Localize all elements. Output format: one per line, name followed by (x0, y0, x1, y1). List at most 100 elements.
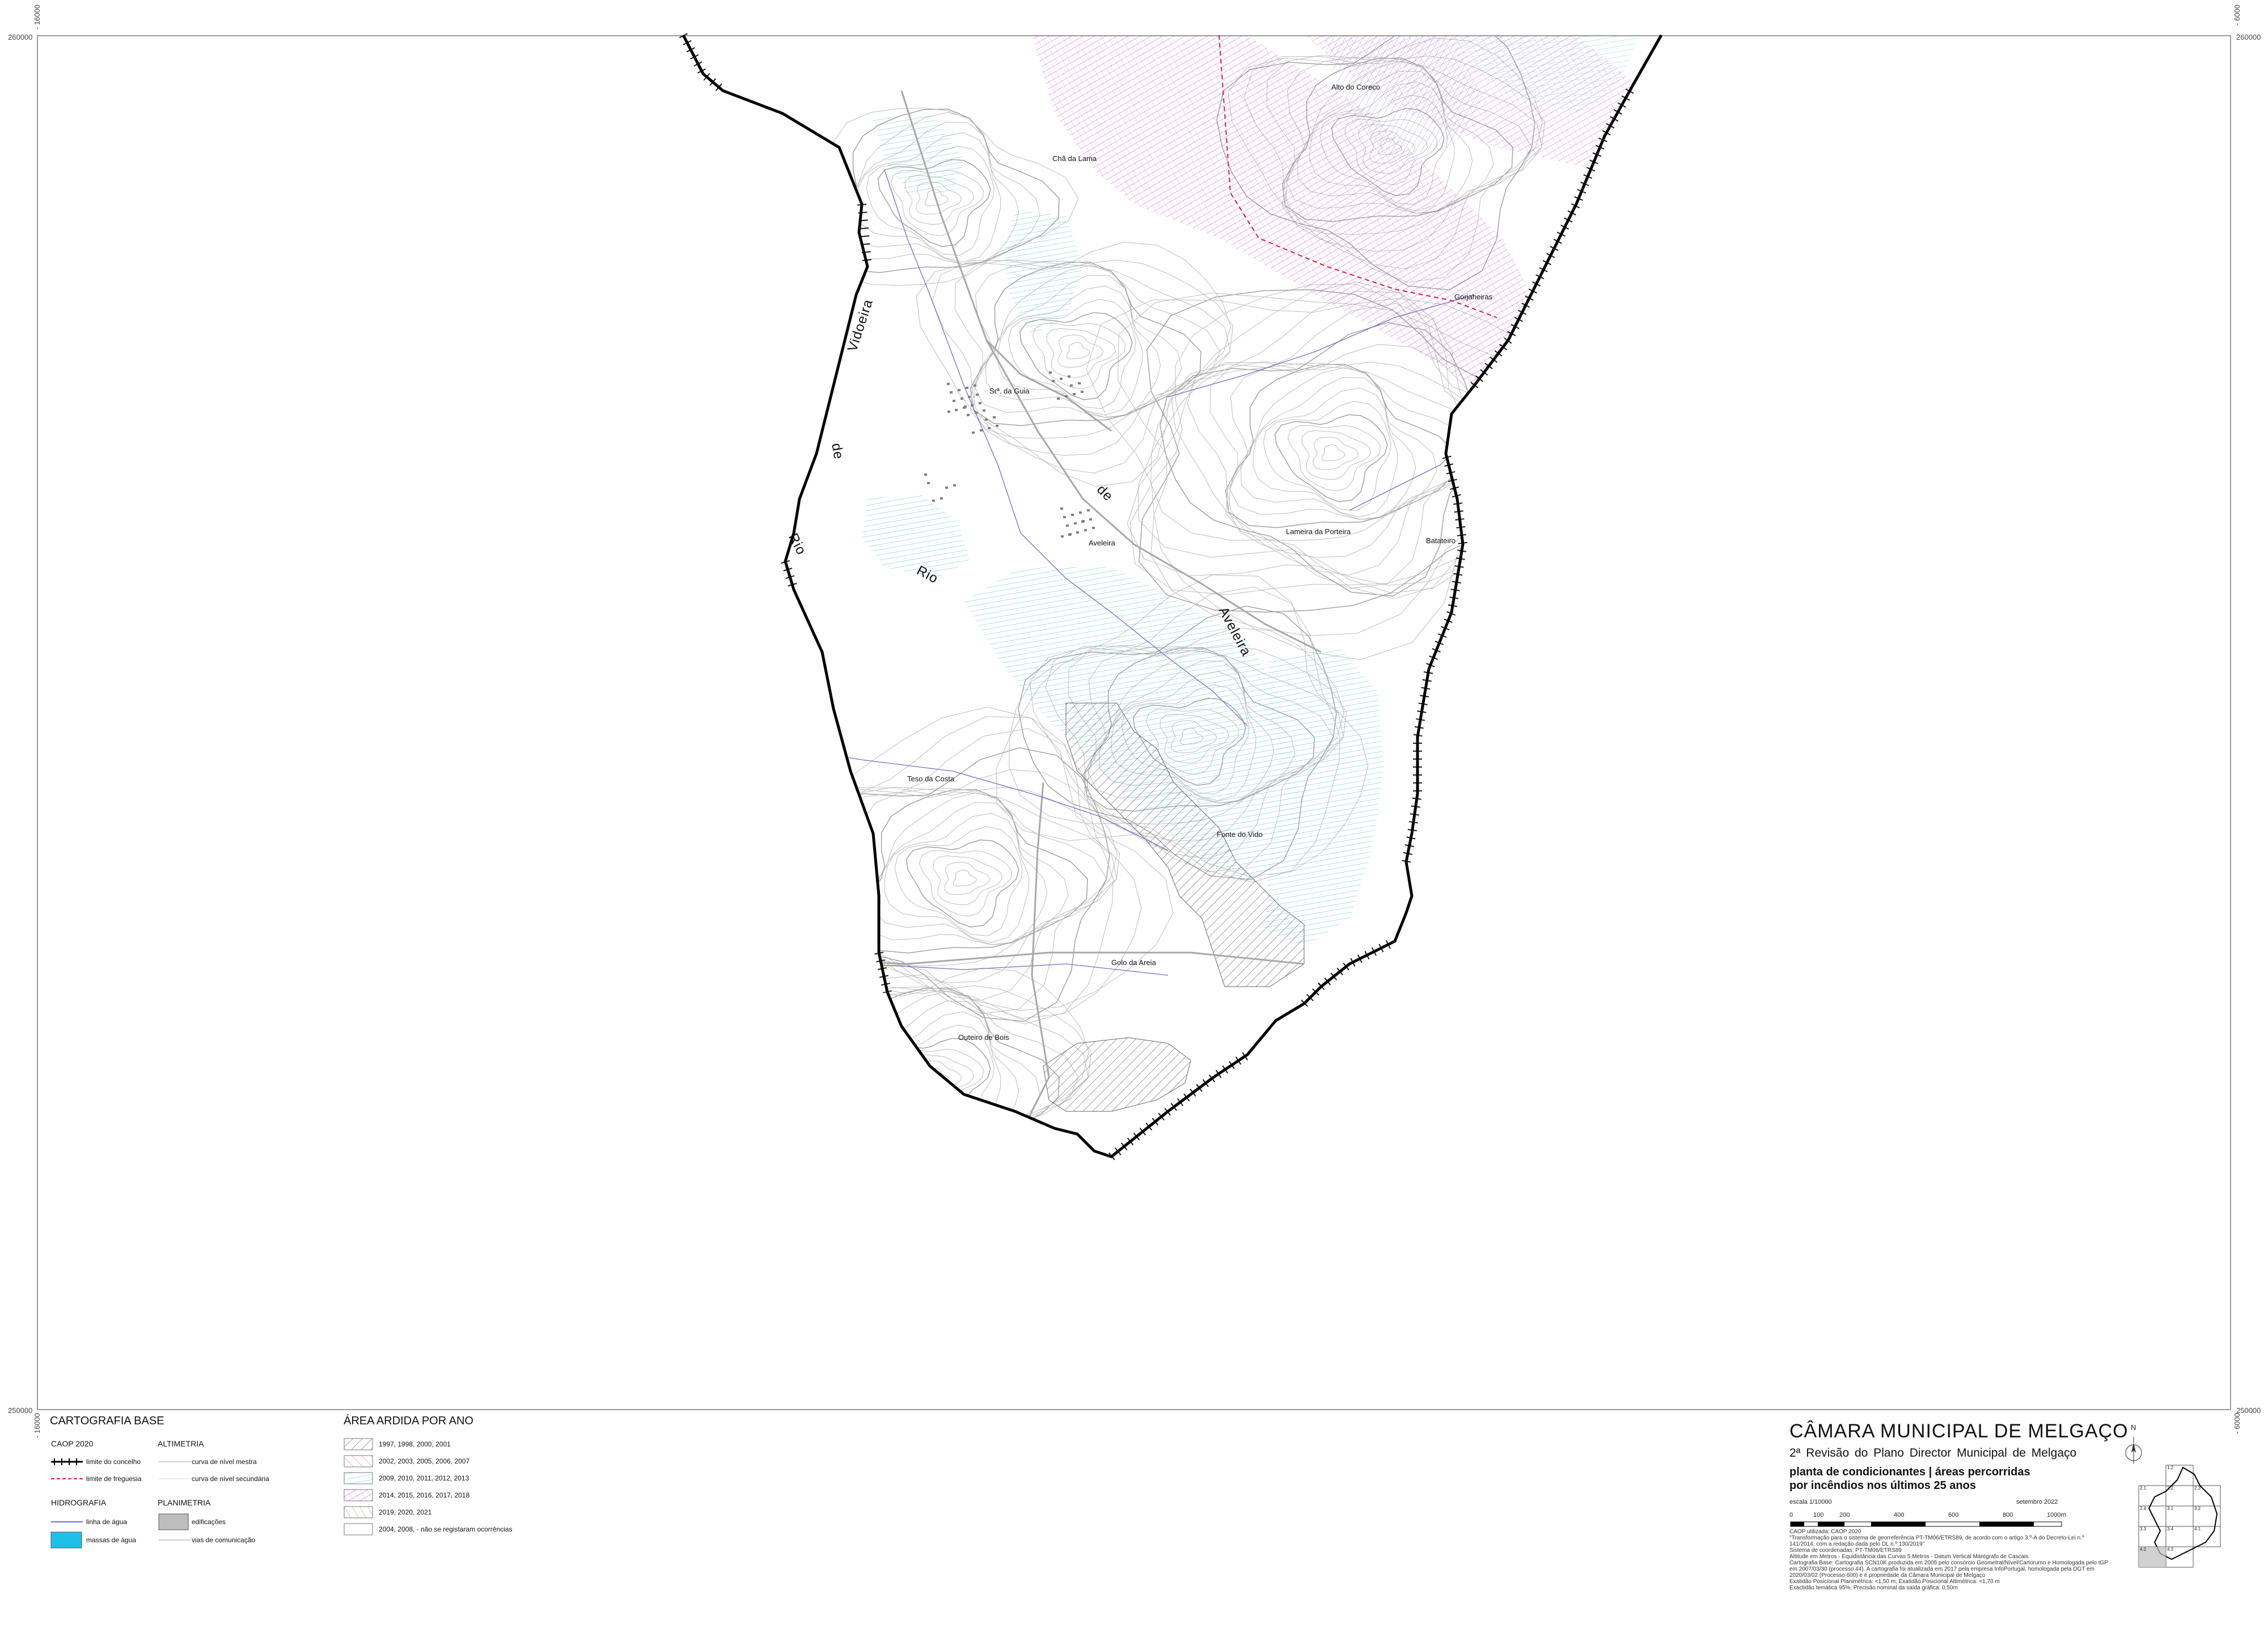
legend-altimetria: ALTIMETRIA (158, 1439, 204, 1448)
building (945, 486, 948, 489)
contour-line (1160, 322, 1479, 597)
building (940, 497, 943, 500)
contour-line (828, 987, 1060, 1152)
building (1060, 378, 1063, 380)
contour-line (894, 826, 1023, 937)
contour-line (802, 769, 1118, 1014)
note-1: CAOP utilizada: CAOP 2020 (1789, 1529, 1861, 1535)
building (1082, 520, 1085, 522)
contour-line (970, 261, 1201, 426)
place-golo-da-areia: Golo da Areia (1111, 958, 1156, 967)
index-sheet-11: 4.2 (2140, 1547, 2147, 1552)
contour-line (1057, 335, 1104, 368)
contour-line (856, 789, 1088, 954)
place-fonte-do-vido: Fonte do Vido (1217, 830, 1263, 839)
scale-tick-100: 100 (1813, 1512, 1824, 1518)
legend-limite-freguesia: limite de freguesia (86, 1475, 142, 1483)
index-sheet-12: 4.3 (2167, 1547, 2174, 1552)
building (953, 400, 955, 402)
date-label: setembro 2022 (2016, 1499, 2058, 1505)
index-sheet-9: 3.4 (2167, 1526, 2174, 1532)
legend-burned-item-1: 1997, 1998, 2000, 2001 (379, 1440, 451, 1448)
legend-curva-secundaria: curva de nível secundária (192, 1475, 269, 1483)
note-7: em 2007/03/30 (processo 44). A cartograf… (1789, 1566, 2094, 1572)
contour-line (1046, 328, 1116, 378)
legend-burned-item-2: 2002, 2003, 2005, 2006, 2007 (379, 1457, 470, 1465)
building (996, 425, 998, 427)
building (980, 429, 983, 431)
place-alto-do-coreco: Alto do Coreco (1331, 83, 1380, 91)
building (1049, 371, 1052, 374)
building (947, 383, 950, 385)
north-label: N (2131, 1423, 2136, 1432)
building (947, 411, 950, 413)
plan-title-line-2: por incêndios nos últimos 25 anos (1789, 1479, 1976, 1492)
place-sra-da-guia: Srª. da Guia (989, 387, 1030, 395)
contour-line (933, 855, 1003, 906)
building (967, 414, 970, 416)
index-map (2138, 1465, 2221, 1568)
burned-area-1997-2001-b (1043, 1037, 1191, 1112)
building (1073, 393, 1076, 395)
contour-line (1225, 363, 1457, 528)
scale-tick-0: 0 (1789, 1512, 1793, 1518)
burned-area-2009-2013-c (862, 493, 970, 578)
scale-label: escala 1/10000 (1789, 1499, 1832, 1505)
scale-tick-1000: 1000m (2047, 1512, 2066, 1518)
contour-line (818, 786, 1120, 1001)
building (1068, 375, 1070, 378)
place-cha-da-lama: Chã da Lama (1052, 154, 1097, 163)
note-3: 141/2014, com a redação dada pelo DL n.º… (1789, 1541, 1925, 1547)
plan-title-line-1: planta de condicionantes | áreas percorr… (1789, 1466, 2030, 1478)
legend-burned-title: ÁREA ARDIDA POR ANO (344, 1415, 473, 1427)
revision-subtitle: 2ª Revisão do Plano Director Municipal d… (1789, 1446, 2077, 1459)
building (1061, 535, 1064, 538)
legend-vias: vias de comunicação (192, 1536, 256, 1544)
building (993, 416, 996, 418)
note-9: Exatidão Posicional Planimétrica: <1,50 … (1789, 1579, 2000, 1585)
building (1063, 516, 1066, 518)
note-4: Sistema de coordenadas: PT-TM06/ETRS89 (1789, 1547, 1902, 1554)
contour-line (1263, 401, 1391, 511)
building (1069, 533, 1072, 535)
contour-line (905, 839, 1019, 928)
building (958, 389, 960, 391)
index-sheet-1: 1.2 (2167, 1465, 2174, 1470)
building (972, 431, 975, 434)
building (932, 500, 935, 502)
building (1079, 511, 1082, 514)
scale-tick-800: 800 (2003, 1512, 2013, 1518)
legend-burned-item-6: 2004, 2008, - não se registaram ocorrênc… (379, 1525, 513, 1533)
building (983, 409, 985, 412)
building (1057, 397, 1060, 400)
contour-line (1253, 387, 1398, 518)
contour-line (843, 1000, 1019, 1144)
map-region-content (758, 35, 1644, 1157)
note-2: "Transformação para o sistema de georref… (1789, 1535, 2084, 1541)
building (953, 484, 956, 486)
index-sheet-3: 2.2 (2167, 1486, 2174, 1491)
contour-line (1171, 344, 1486, 589)
index-sheet-8: 3.3 (2140, 1526, 2147, 1532)
index-sheet-10: 4.1 (2194, 1526, 2201, 1532)
legend-linha-agua: linha de água (86, 1518, 128, 1526)
buildings (924, 371, 1095, 538)
legend-burned-item-5: 2019, 2020, 2021 (379, 1508, 432, 1516)
place-aveleira: Aveleira (1089, 539, 1115, 547)
river-label-de-1: de (828, 442, 847, 461)
legend-hidrografia: HIDROGRAFIA (51, 1498, 107, 1507)
building (964, 405, 967, 408)
place-outeiro-de-bois: Outeiro de Bois (958, 1033, 1009, 1042)
legend-massas-agua: massas de água (86, 1536, 137, 1544)
legend-burned-swatches (344, 1438, 373, 1535)
contour-line (1066, 342, 1090, 359)
index-sheet-7: 3.2 (2194, 1506, 2201, 1511)
building (1092, 527, 1095, 529)
contour-line (1321, 444, 1345, 462)
index-sheet-6: 3.1 (2167, 1506, 2174, 1511)
building (976, 394, 979, 396)
legend-base-title: CARTOGRAFIA BASE (50, 1415, 164, 1427)
burned-area-2009-2013-b (1004, 210, 1083, 335)
building (950, 391, 953, 394)
contour-line (884, 813, 1030, 943)
